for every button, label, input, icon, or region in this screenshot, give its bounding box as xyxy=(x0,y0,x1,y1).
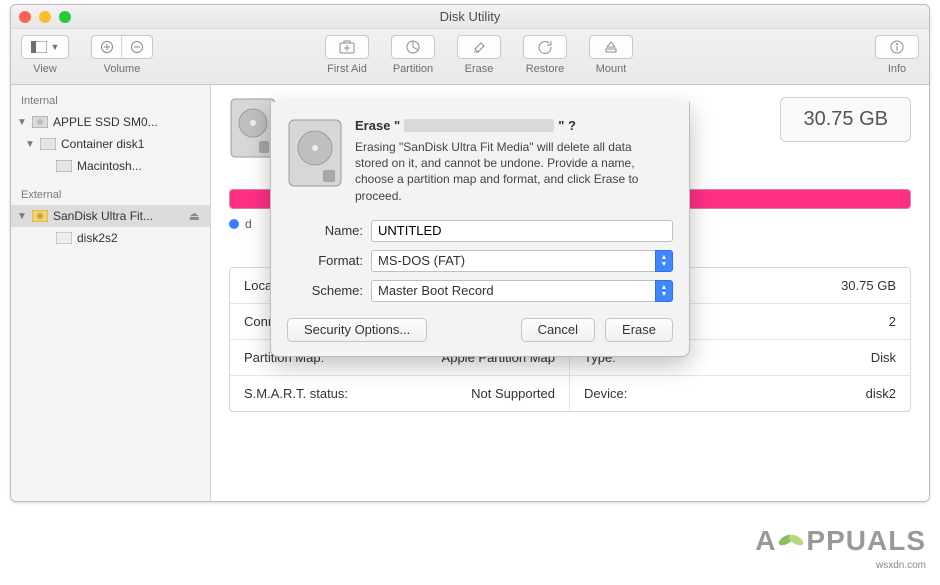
restore-label: Restore xyxy=(526,63,565,75)
info-row: Device:disk2 xyxy=(570,376,910,411)
sheet-title: Erase " " ? xyxy=(355,118,655,133)
select-stepper-icon: ▲▼ xyxy=(655,250,673,272)
select-stepper-icon: ▲▼ xyxy=(655,280,673,302)
eject-icon[interactable]: ⏏ xyxy=(185,209,204,223)
info-button[interactable] xyxy=(875,35,919,59)
internal-disk-icon xyxy=(31,115,49,129)
volume-remove-button[interactable] xyxy=(122,35,152,59)
external-disk-icon xyxy=(31,209,49,223)
sidebar-item-label: disk2s2 xyxy=(77,231,204,245)
toolbar: ▼ View Volume First Aid xyxy=(11,29,929,85)
sidebar-item-container[interactable]: ▼ Container disk1 xyxy=(11,133,210,155)
name-label: Name: xyxy=(287,223,371,238)
scheme-label: Scheme: xyxy=(287,283,371,298)
container-icon xyxy=(39,137,57,151)
sidebar-item-label: SanDisk Ultra Fit... xyxy=(53,209,185,223)
disk-sheet-icon xyxy=(287,118,343,188)
redacted-title xyxy=(404,119,554,132)
scheme-select[interactable]: Master Boot Record ▲▼ xyxy=(371,280,673,302)
leaf-logo-icon xyxy=(778,528,804,554)
sidebar-item-external-disk[interactable]: ▼ SanDisk Ultra Fit... ⏏ xyxy=(11,205,210,227)
minimize-window-button[interactable] xyxy=(39,11,51,23)
volume-icon xyxy=(55,159,73,173)
name-field[interactable] xyxy=(371,220,673,242)
sheet-form: Name: Format: MS-DOS (FAT) ▲▼ Scheme: Ma… xyxy=(287,220,673,302)
watermark-credit: wsxdn.com xyxy=(876,560,926,571)
sidebar-layout-icon xyxy=(31,41,47,53)
window-controls xyxy=(19,11,71,23)
partition-label: Partition xyxy=(393,63,433,75)
legend-dot-icon xyxy=(229,219,239,229)
erase-button[interactable] xyxy=(457,35,501,59)
format-label: Format: xyxy=(287,253,371,268)
sidebar-item-label: Container disk1 xyxy=(61,137,204,151)
first-aid-icon xyxy=(339,40,355,54)
sidebar-item-macintosh-hd[interactable]: Macintosh... xyxy=(11,155,210,177)
watermark: A PPUALS xyxy=(755,525,926,557)
disclosure-triangle-icon[interactable]: ▼ xyxy=(25,139,35,150)
info-label: Info xyxy=(888,63,906,75)
sidebar-item-label: APPLE SSD SM0... xyxy=(53,115,204,129)
erase-icon xyxy=(472,40,486,54)
partition-button[interactable] xyxy=(391,35,435,59)
close-window-button[interactable] xyxy=(19,11,31,23)
mount-icon xyxy=(604,40,618,54)
restore-button[interactable] xyxy=(523,35,567,59)
legend-label: d xyxy=(245,217,252,231)
erase-label: Erase xyxy=(465,63,494,75)
cancel-button[interactable]: Cancel xyxy=(521,318,595,342)
format-select[interactable]: MS-DOS (FAT) ▲▼ xyxy=(371,250,673,272)
sidebar-item-internal-disk[interactable]: ▼ APPLE SSD SM0... xyxy=(11,111,210,133)
sidebar-item-label: Macintosh... xyxy=(77,159,204,173)
disclosure-triangle-icon[interactable]: ▼ xyxy=(17,117,27,128)
volume-segmented xyxy=(91,35,153,59)
titlebar: Disk Utility xyxy=(11,5,929,29)
disclosure-triangle-icon[interactable]: ▼ xyxy=(17,211,27,222)
mount-label: Mount xyxy=(596,63,627,75)
scheme-value: Master Boot Record xyxy=(371,280,655,302)
format-value: MS-DOS (FAT) xyxy=(371,250,655,272)
volume-minus-icon xyxy=(130,40,144,54)
erase-confirm-button[interactable]: Erase xyxy=(605,318,673,342)
volume-add-button[interactable] xyxy=(92,35,122,59)
restore-icon xyxy=(538,40,552,54)
capacity-badge: 30.75 GB xyxy=(780,97,911,142)
info-row: S.M.A.R.T. status:Not Supported xyxy=(230,376,570,411)
window-title: Disk Utility xyxy=(11,9,929,24)
first-aid-button[interactable] xyxy=(325,35,369,59)
security-options-button[interactable]: Security Options... xyxy=(287,318,427,342)
sidebar-item-disk2s2[interactable]: disk2s2 xyxy=(11,227,210,249)
mount-button[interactable] xyxy=(589,35,633,59)
erase-sheet: Erase " " ? Erasing "SanDisk Ultra Fit M… xyxy=(270,102,690,357)
volume-icon xyxy=(55,231,73,245)
partition-icon xyxy=(406,40,420,54)
sidebar: Internal ▼ APPLE SSD SM0... ▼ Container … xyxy=(11,85,211,501)
volume-plus-icon xyxy=(100,40,114,54)
view-label: View xyxy=(33,63,57,75)
zoom-window-button[interactable] xyxy=(59,11,71,23)
first-aid-label: First Aid xyxy=(327,63,367,75)
chevron-down-icon: ▼ xyxy=(51,42,60,52)
sidebar-section-internal: Internal xyxy=(11,91,210,111)
sheet-description: Erasing "SanDisk Ultra Fit Media" will d… xyxy=(355,139,655,204)
view-button[interactable]: ▼ xyxy=(21,35,69,59)
volume-label: Volume xyxy=(104,63,141,75)
sidebar-section-external: External xyxy=(11,185,210,205)
info-icon xyxy=(890,40,904,54)
